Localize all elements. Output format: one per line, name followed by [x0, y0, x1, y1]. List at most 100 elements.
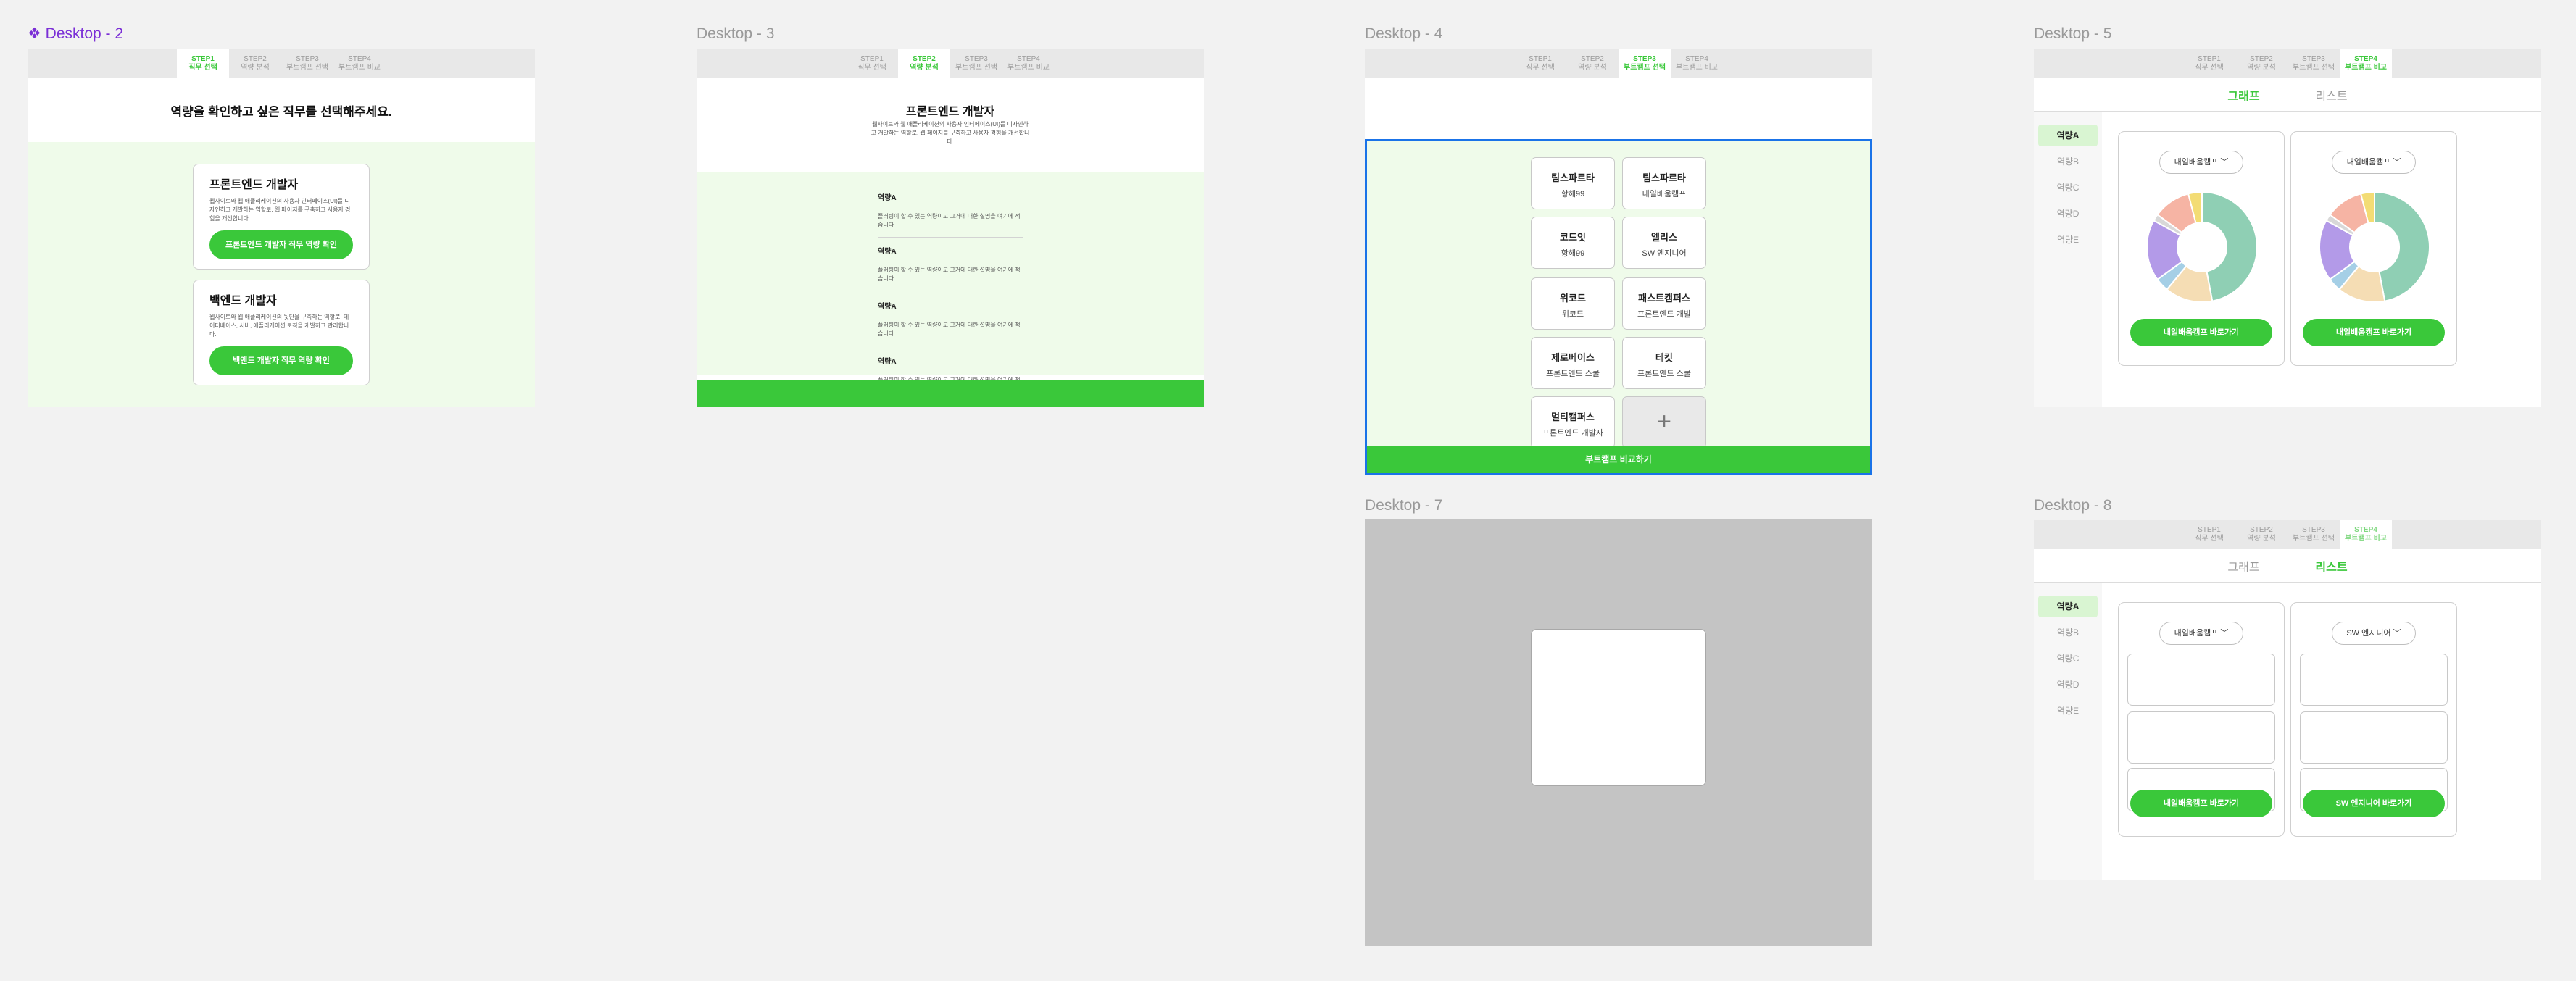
sidebar-item[interactable]: 역량B — [2038, 622, 2098, 643]
sidebar-item[interactable]: 역량E — [2038, 229, 2098, 251]
step-number: STEP3 — [2302, 55, 2325, 63]
bootcamp-name: 테킷 — [1655, 352, 1673, 363]
step-label: 부트캠프 비교 — [338, 64, 381, 72]
bootcamp-course: 프론트엔드 스쿨 — [1637, 370, 1691, 378]
skill-item[interactable]: 역량A 플러팅이 할 수 있는 역량이고 그거에 대한 설명을 여기에 적습니다 — [878, 294, 1023, 346]
bootcamp-select[interactable]: 내일배움캠프 ﹀ — [2159, 151, 2243, 174]
step-3[interactable]: STEP3 부트캠프 선택 — [2288, 49, 2340, 78]
step-4[interactable]: STEP4 부트캠프 비교 — [2340, 49, 2392, 78]
bootcamp-card[interactable]: 제로베이스 프론트엔드 스쿨 — [1531, 337, 1615, 389]
step-3[interactable]: STEP3 부트캠프 선택 — [1619, 49, 1671, 78]
sidebar-item[interactable]: 역량C — [2038, 648, 2098, 669]
step-label: 역량 분석 — [1578, 64, 1607, 72]
step-number: STEP3 — [1633, 55, 1656, 63]
sidebar-item[interactable]: 역량A — [2038, 596, 2098, 617]
chevron-down-icon: ﹀ — [2220, 158, 2229, 167]
bootcamp-card[interactable]: 엘리스 SW 엔지니어 — [1622, 217, 1706, 269]
step-1[interactable]: STEP1 직무 선택 — [2183, 520, 2235, 549]
modal-dialog[interactable] — [1531, 629, 1706, 786]
tab-list[interactable]: 리스트 — [2288, 557, 2375, 575]
bootcamp-course: 위코드 — [1561, 310, 1584, 319]
frame-label-desktop-2[interactable]: ❖ Desktop - 2 — [28, 25, 123, 43]
step-bar: STEP1 직무 선택 STEP2 역량 분석 STEP3 부트캠프 선택 STEP4… — [1365, 49, 1872, 78]
skill-item[interactable]: 역량A 플러팅이 할 수 있는 역량이고 그거에 대한 설명을 여기에 적습니다 — [878, 185, 1023, 238]
step-1[interactable]: STEP1 직무 선택 — [1514, 49, 1566, 78]
sidebar-item[interactable]: 역량D — [2038, 203, 2098, 225]
frame-label-desktop-8[interactable]: Desktop - 8 — [2034, 497, 2111, 514]
compare-bootcamp-button[interactable]: 부트캠프 비교하기 — [1367, 446, 1870, 473]
step-4[interactable]: STEP4 부트캠프 비교 — [1002, 49, 1055, 78]
sidebar-item[interactable]: 역량C — [2038, 177, 2098, 199]
step-2[interactable]: STEP2 역량 분석 — [2235, 520, 2288, 549]
add-bootcamp-button[interactable]: + — [1622, 396, 1706, 448]
bootcamp-name: 엘리스 — [1651, 232, 1677, 243]
step-3[interactable]: STEP3 부트캠프 선택 — [950, 49, 1002, 78]
frame-label-desktop-5[interactable]: Desktop - 5 — [2034, 25, 2111, 43]
frontend-check-button[interactable]: 프론트엔드 개발자 직무 역량 확인 — [209, 230, 353, 259]
step-3[interactable]: STEP3 부트캠프 선택 — [281, 49, 333, 78]
step-2[interactable]: STEP2 역량 분석 — [2235, 49, 2288, 78]
skill-item[interactable]: 역량A 플러팅이 할 수 있는 역량이고 그거에 대한 설명을 여기에 적습니다 — [878, 239, 1023, 291]
next-bar[interactable] — [697, 380, 1204, 407]
step-2[interactable]: STEP2 역량 분석 — [229, 49, 281, 78]
step-4[interactable]: STEP4 부트캠프 비교 — [1671, 49, 1723, 78]
sidebar-item[interactable]: 역량E — [2038, 700, 2098, 722]
step-label: 직무 선택 — [857, 64, 886, 72]
bootcamp-card[interactable]: 패스트캠퍼스 프론트엔드 개발 — [1622, 277, 1706, 330]
tab-graph[interactable]: 그래프 — [2201, 86, 2288, 104]
step-label: 역량 분석 — [2247, 64, 2276, 72]
step-1[interactable]: STEP1 직무 선택 — [2183, 49, 2235, 78]
frame-desktop-3: STEP1 직무 선택 STEP2 역량 분석 STEP3 부트캠프 선택 STEP4… — [697, 49, 1204, 407]
bootcamp-card[interactable]: 위코드 위코드 — [1531, 277, 1615, 330]
step-1[interactable]: STEP1 직무 선택 — [177, 49, 229, 78]
tab-list[interactable]: 리스트 — [2288, 86, 2375, 104]
bootcamp-card[interactable]: 멀티캠퍼스 프론트엔드 개발자 — [1531, 396, 1615, 448]
skill-sidebar: 역량A 역량B 역량C 역량D 역량E — [2034, 112, 2102, 407]
step-3[interactable]: STEP3 부트캠프 선택 — [2288, 520, 2340, 549]
step-1[interactable]: STEP1 직무 선택 — [846, 49, 898, 78]
go-bootcamp-button[interactable]: SW 엔지니어 바로가기 — [2303, 790, 2445, 817]
bootcamp-name: 팀스파르타 — [1551, 172, 1595, 183]
page-heading: 역량을 확인하고 싶은 직무를 선택해주세요. — [170, 105, 392, 119]
step-4[interactable]: STEP4 부트캠프 비교 — [2340, 520, 2392, 549]
bootcamp-course: 프론트엔드 스쿨 — [1546, 370, 1600, 378]
skill-title: 역량A — [878, 358, 897, 366]
step-4[interactable]: STEP4 부트캠프 비교 — [333, 49, 386, 78]
step-2[interactable]: STEP2 역량 분석 — [1566, 49, 1619, 78]
step-label: 직무 선택 — [2195, 64, 2224, 72]
bootcamp-card[interactable]: 팀스파르타 항해99 — [1531, 157, 1615, 209]
step-number: STEP3 — [296, 55, 319, 63]
go-bootcamp-button[interactable]: 내일배움캠프 바로가기 — [2303, 319, 2445, 346]
step-bar: STEP1 직무 선택 STEP2 역량 분석 STEP3 부트캠프 선택 STEP4… — [28, 49, 535, 78]
skill-title: 역량A — [878, 248, 897, 256]
step-label: 직무 선택 — [1526, 64, 1555, 72]
bootcamp-select[interactable]: 내일배움캠프 ﹀ — [2159, 622, 2243, 645]
sidebar-item[interactable]: 역량B — [2038, 151, 2098, 172]
frame-label-desktop-4[interactable]: Desktop - 4 — [1365, 25, 1442, 43]
bootcamp-select[interactable]: SW 엔지니어 ﹀ — [2332, 622, 2416, 645]
backend-check-button[interactable]: 백엔드 개발자 직무 역량 확인 — [209, 346, 353, 375]
chevron-down-icon: ﹀ — [2220, 629, 2229, 638]
step-bar: STEP1 직무 선택 STEP2 역량 분석 STEP3 부트캠프 선택 STEP4… — [697, 49, 1204, 78]
donut-chart — [2146, 191, 2258, 303]
job-card-title: 프론트엔드 개발자 — [209, 179, 299, 191]
step-number: STEP3 — [2302, 526, 2325, 534]
step-number: STEP1 — [1529, 55, 1552, 63]
bootcamp-course: 항해99 — [1561, 249, 1585, 258]
frame-label-desktop-3[interactable]: Desktop - 3 — [697, 25, 774, 43]
sidebar-item[interactable]: 역량A — [2038, 125, 2098, 146]
bootcamp-card[interactable]: 팀스파르타 내일배움캠프 — [1622, 157, 1706, 209]
bootcamp-name: 패스트캠퍼스 — [1638, 293, 1690, 304]
bootcamp-card[interactable]: 테킷프론트엔드 스쿨 — [1622, 337, 1706, 389]
tab-graph[interactable]: 그래프 — [2201, 557, 2288, 575]
frame-label-desktop-7[interactable]: Desktop - 7 — [1365, 497, 1442, 514]
sidebar-item[interactable]: 역량D — [2038, 674, 2098, 696]
go-bootcamp-button[interactable]: 내일배움캠프 바로가기 — [2130, 319, 2272, 346]
step-label: 부트캠프 비교 — [1676, 64, 1718, 72]
job-card-backend: 백엔드 개발자 웹사이트와 웹 애플리케이션의 뒷단을 구축하는 역할로, 데이… — [193, 280, 370, 385]
bootcamp-card[interactable]: 코드잇 항해99 — [1531, 217, 1615, 269]
bootcamp-select[interactable]: 내일배움캠프 ﹀ — [2332, 151, 2416, 174]
go-bootcamp-button[interactable]: 내일배움캠프 바로가기 — [2130, 790, 2272, 817]
step-2[interactable]: STEP2 역량 분석 — [898, 49, 950, 78]
skill-desc: 플러팅이 할 수 있는 역량이고 그거에 대한 설명을 여기에 적습니다 — [878, 322, 1021, 337]
